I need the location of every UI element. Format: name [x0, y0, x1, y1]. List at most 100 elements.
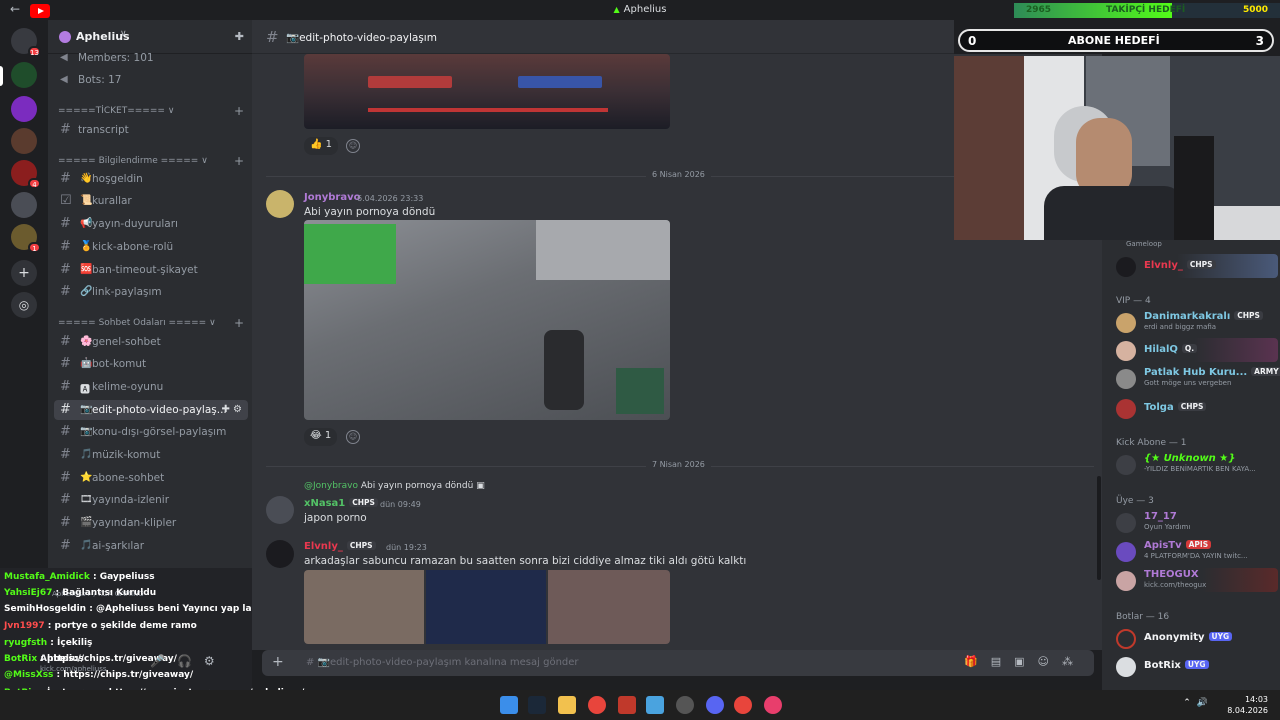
channel-yayinda[interactable]: # 🎞 yayında-izlenir [54, 490, 248, 510]
add-reaction-icon[interactable]: ☺ [346, 430, 360, 444]
category-info[interactable]: ===== Bilgilendirme ===== ∨ + [58, 154, 244, 168]
discord-dm-icon[interactable]: 13 [11, 28, 41, 57]
avatar[interactable] [266, 190, 294, 218]
message-composer[interactable]: + # 📷edit-photo-video-paylaşım kanalına … [262, 650, 1094, 676]
channel-konu-disi[interactable]: # 📷 konu-dışı-görsel-paylaşım [54, 422, 248, 442]
app-icon[interactable] [618, 696, 636, 714]
message-text: arkadaşlar sabuncu ramazan bu saatten so… [304, 555, 747, 567]
kick-chat-user[interactable]: YahsiEj67 [4, 588, 52, 598]
reaction-laugh[interactable]: 😂 1 [304, 428, 338, 446]
server-icon-d[interactable]: 1 [11, 224, 41, 253]
channel-klipler[interactable]: # 🎬 yayından-klipler [54, 513, 248, 533]
chrome-icon[interactable] [588, 696, 606, 714]
channel-genel[interactable]: # 🌸 genel-sohbet [54, 332, 248, 352]
server-icon-aphelius[interactable] [11, 62, 37, 88]
channel-link[interactable]: # 🔗 link-paylaşım [54, 282, 248, 302]
attach-plus-icon[interactable]: + [272, 654, 284, 670]
steam-icon[interactable] [528, 696, 546, 714]
chat-header: # 📷edit-photo-video-paylaşım [252, 20, 954, 54]
add-channel-icon[interactable]: + [234, 316, 244, 330]
stat-members: ◀ Members: 101 [60, 52, 154, 64]
scroll-icon: 📜 [80, 195, 93, 206]
folder-icon[interactable] [558, 696, 576, 714]
member-item[interactable]: ApisTv APIS 4 PLATFORM'DA YAYIN twitc... [1110, 539, 1278, 563]
avatar[interactable] [266, 540, 294, 568]
channel-abone-sohbet[interactable]: # ⭐ abone-sohbet [54, 468, 248, 488]
server-icon-b[interactable]: 4 [11, 160, 41, 189]
follower-goal-target: 5000 [1242, 5, 1268, 15]
user-controls[interactable]: 🎤🎧⚙ [150, 654, 227, 668]
channel-transcript[interactable]: # transcript [54, 120, 248, 140]
composer-tools-icon[interactable]: 🎁▤▣☺⁂ [964, 655, 1086, 668]
reply-preview[interactable]: @Jonybravo Abi yayın pornoya döndü ▣ [304, 481, 485, 491]
kick-chat-line: Mustafa_Amidick : Gaypeliuss [4, 572, 155, 582]
channel-duyurular[interactable]: # 📢 yayın-duyuruları [54, 214, 248, 234]
message-image-grid[interactable] [304, 570, 670, 644]
channel-kelime[interactable]: # 🅰kelime-oyunu [54, 377, 248, 397]
link-icon: 🔗 [80, 286, 93, 297]
speaker-icon: ◀ [60, 74, 68, 85]
channel-edit-photo-video[interactable]: # 📷 edit-photo-video-paylaş... ✚ ⚙ [54, 400, 248, 420]
message-author[interactable]: Jonybravo [304, 192, 360, 203]
film-icon: 🎞 [80, 494, 93, 505]
app-icon[interactable] [764, 696, 782, 714]
message-author[interactable]: Elvnly_ CHPS [304, 541, 376, 552]
member-item[interactable]: {★ Unknown ★} -YILDIZ BENİMARTIK BEN KAYA… [1110, 452, 1278, 476]
server-icon-a[interactable] [11, 128, 37, 154]
category-chat[interactable]: ===== Sohbet Odaları ===== ∨ + [58, 316, 244, 330]
explore-icon[interactable]: ◎ [11, 292, 37, 318]
member-item[interactable]: Danimarkakralı CHPS erdi and biggz mafia [1110, 310, 1278, 334]
member-item[interactable]: Elvnly_ CHPS [1110, 254, 1278, 278]
channel-hosgeldin[interactable]: # 👋 hoşgeldin [54, 169, 248, 189]
app-icon[interactable] [646, 696, 664, 714]
kick-chat-user[interactable]: ryugfsth [4, 638, 47, 648]
member-item[interactable]: Tolga CHPS [1110, 396, 1278, 420]
kick-chat-user[interactable]: SemihHosgeldin [4, 604, 86, 614]
member-item[interactable]: THEOGUX kick.com/theogux [1110, 568, 1278, 592]
settings-gear-icon[interactable]: ✚ ⚙ [221, 404, 242, 415]
message-image[interactable] [304, 54, 670, 129]
kick-chat-user[interactable]: Mustafa_Amidick [4, 572, 90, 582]
member-item[interactable]: Patlak Hub Kuru... ARMY Gott möge uns verg… [1110, 366, 1280, 390]
server-icon-c[interactable] [11, 192, 37, 218]
server-icon-chips[interactable] [11, 96, 37, 122]
channel-ban-timeout[interactable]: # 🆘 ban-timeout-şikayet [54, 260, 248, 280]
windows-start-icon[interactable] [500, 696, 518, 714]
letter-a-icon: 🅰 [80, 385, 90, 396]
message-image[interactable] [304, 220, 670, 420]
avatar [1116, 313, 1136, 333]
system-tray-icon[interactable]: ⌃🔊 [1183, 698, 1214, 708]
taskbar-clock[interactable]: 14:03 8.04.2026 [1227, 694, 1268, 716]
app-icon[interactable] [676, 696, 694, 714]
avatar[interactable] [266, 496, 294, 524]
channel-ai[interactable]: # 🎵 ai-şarkılar [54, 536, 248, 556]
member-item[interactable]: 17_17 Oyun Yardımı [1110, 510, 1278, 534]
camera-icon: 📷 [80, 426, 93, 437]
channel-muzik[interactable]: # 🎵 müzik-komut [54, 445, 248, 465]
member-item[interactable]: Anonymity UYG [1110, 626, 1278, 650]
add-channel-icon[interactable]: + [234, 154, 244, 168]
wave-icon: 👋 [80, 173, 93, 184]
chrome-icon[interactable] [734, 696, 752, 714]
member-item[interactable]: HilalQ Q. [1110, 338, 1278, 362]
invite-icon[interactable]: ✚ [235, 30, 244, 43]
category-ticket[interactable]: =====TİCKET===== ∨ + [58, 104, 244, 118]
member-item[interactable]: BotRix UYG [1110, 654, 1278, 678]
kick-chat-user[interactable]: @MissXss [4, 670, 53, 680]
discord-icon[interactable] [706, 696, 724, 714]
scrollbar[interactable] [1097, 476, 1101, 580]
channel-bot[interactable]: # 🤖 bot-komut [54, 354, 248, 374]
reaction-thumbs-up[interactable]: 👍 1 [304, 137, 339, 155]
add-reaction-icon[interactable]: ☺ [346, 139, 360, 153]
kick-chat-user[interactable]: BotRix [4, 654, 37, 664]
role-tag: CHPS [349, 498, 378, 507]
kick-chat-user[interactable]: Jvn1997 [4, 621, 45, 631]
channel-kick-abone[interactable]: # 🏅 kick-abone-rolü [54, 237, 248, 257]
add-channel-icon[interactable]: + [234, 104, 244, 118]
kick-chat-text: : https://chips.tr/giveaway/ [53, 670, 194, 680]
channel-kurallar[interactable]: ☑ 📜 kurallar [54, 191, 248, 211]
add-server-icon[interactable]: + [11, 260, 37, 286]
rules-icon: ☑ [60, 193, 72, 208]
message-author[interactable]: xNasa1 CHPS [304, 498, 378, 509]
avatar [1116, 542, 1136, 562]
